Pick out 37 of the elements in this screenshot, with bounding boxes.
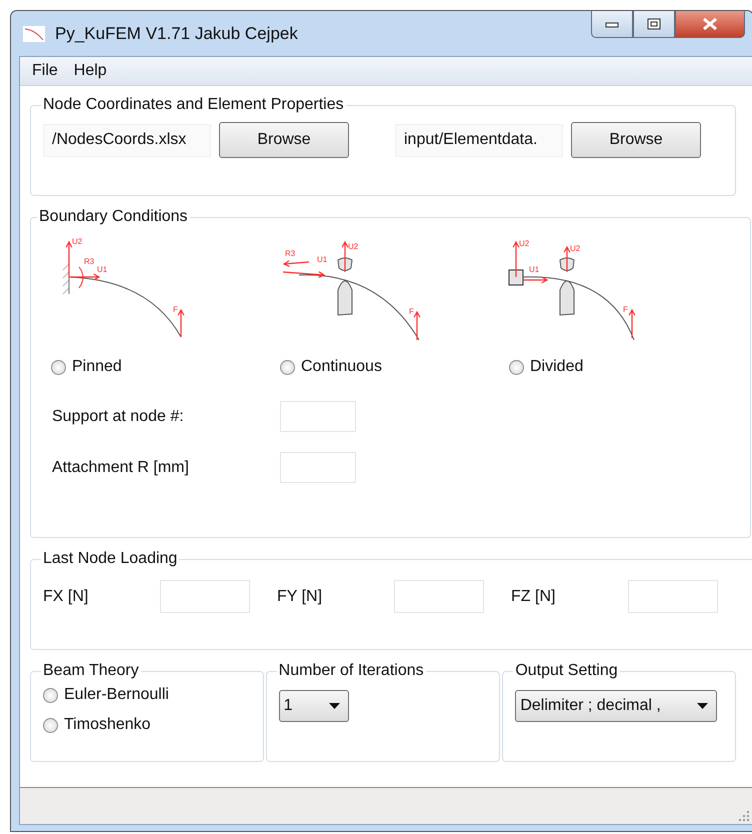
radio-button[interactable]: Pinned	[51, 358, 122, 376]
field-label: FZ [N]	[511, 588, 556, 606]
diagram-label: U2	[519, 239, 530, 248]
radio-button[interactable]: Continuous	[280, 358, 382, 376]
diagram-label: U2	[72, 237, 82, 246]
radio-button[interactable]: Euler-Bernoulli	[43, 686, 251, 704]
diagram-label: F	[173, 305, 178, 314]
diagram-label: U1	[97, 265, 108, 274]
field-label: FY [N]	[277, 588, 324, 606]
browse-button[interactable]: Browse	[571, 122, 701, 158]
group-title: Node Coordinates and Element Properties	[42, 96, 345, 114]
diagram-label: R3	[285, 249, 296, 258]
field-label: Support at node #:	[52, 408, 185, 426]
diagram-label: U1	[317, 255, 328, 264]
iterations-dropdown[interactable]: 1	[278, 690, 349, 722]
group-title: Output Setting	[514, 662, 619, 680]
diagram-label: U1	[529, 265, 540, 274]
file-path-field[interactable]: /NodesCoords.xlsx	[43, 124, 211, 156]
diagram-label: R3	[84, 257, 94, 266]
browse-button[interactable]: Browse	[219, 122, 349, 158]
window-title: Py_KuFEM V1.71 Jakub Cejpek	[55, 24, 298, 44]
output-dropdown[interactable]: Delimiter ; decimal ,	[515, 690, 718, 722]
group-title: Number of Iterations	[278, 662, 425, 680]
diagram-label: U2	[570, 244, 580, 253]
group-title: Boundary Conditions	[38, 208, 189, 226]
group-title: Last Node Loading	[42, 550, 178, 568]
diagram-label: U2	[348, 242, 358, 251]
radio-button[interactable]: Timoshenko	[43, 716, 251, 734]
field-label: Attachment R [mm]	[52, 458, 190, 476]
menu-item[interactable]: File	[26, 60, 64, 82]
group-title: Beam Theory	[42, 662, 140, 680]
radio-button[interactable]: Divided	[509, 358, 584, 376]
diagram-label: F	[409, 307, 414, 316]
menu-item[interactable]: Help	[68, 60, 113, 82]
field-label: FX [N]	[43, 588, 90, 606]
file-path-field[interactable]: input/Elementdata.	[395, 124, 563, 156]
diagram-label: F	[623, 305, 628, 314]
